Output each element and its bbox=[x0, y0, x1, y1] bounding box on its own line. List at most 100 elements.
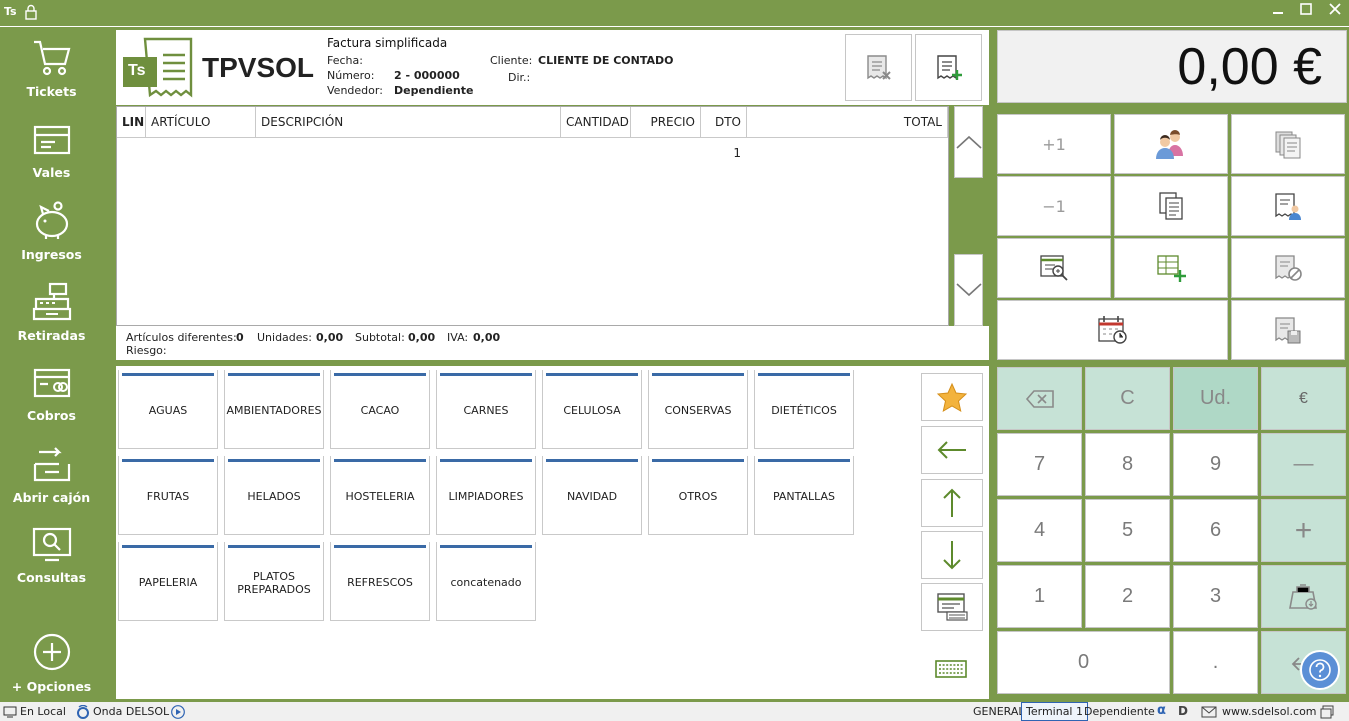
family-button[interactable]: CONSERVAS bbox=[648, 370, 748, 449]
column-header-lin[interactable]: LIN bbox=[117, 107, 146, 138]
maximize-button[interactable] bbox=[1296, 3, 1316, 21]
family-button[interactable]: PLATOS PREPARADOS bbox=[224, 542, 324, 621]
users-icon bbox=[1156, 130, 1183, 159]
ticket-cancel-icon bbox=[1275, 255, 1302, 281]
help-button[interactable] bbox=[1300, 650, 1340, 690]
family-button[interactable]: OTROS bbox=[648, 456, 748, 535]
key-9[interactable]: 9 bbox=[1173, 433, 1258, 496]
sidebar-item-ingresos[interactable]: Ingresos bbox=[0, 201, 103, 262]
key-1[interactable]: 1 bbox=[997, 565, 1082, 628]
cliente-value[interactable]: CLIENTE DE CONTADO bbox=[538, 54, 674, 67]
column-header-descripcion[interactable]: DESCRIPCIÓN bbox=[256, 107, 561, 138]
website-label[interactable]: www.sdelsol.com bbox=[1222, 705, 1317, 718]
family-button[interactable]: REFRESCOS bbox=[330, 542, 430, 621]
key-8[interactable]: 8 bbox=[1085, 433, 1170, 496]
page-up-button[interactable] bbox=[921, 479, 983, 527]
search-document-button[interactable] bbox=[997, 238, 1111, 298]
page-down-button[interactable] bbox=[921, 531, 983, 579]
plus-button[interactable]: + bbox=[1261, 499, 1346, 562]
ticket-customer-button[interactable] bbox=[1231, 176, 1345, 236]
family-button[interactable]: concatenado bbox=[436, 542, 536, 621]
key-0[interactable]: 0 bbox=[997, 631, 1170, 694]
add-line-button[interactable] bbox=[1114, 238, 1228, 298]
family-button[interactable]: HOSTELERIA bbox=[330, 456, 430, 535]
key-5[interactable]: 5 bbox=[1085, 499, 1170, 562]
decimal-button[interactable]: . bbox=[1173, 631, 1258, 694]
backspace-button[interactable] bbox=[997, 367, 1082, 430]
scroll-down-button[interactable] bbox=[954, 254, 983, 326]
sidebar-item-retiradas[interactable]: Retiradas bbox=[0, 282, 103, 343]
column-header-precio[interactable]: PRECIO bbox=[631, 107, 701, 138]
calendar-button[interactable] bbox=[997, 300, 1228, 360]
family-button[interactable]: LIMPIADORES bbox=[436, 456, 536, 535]
column-header-total[interactable]: TOTAL bbox=[747, 107, 948, 138]
tickets-list-button[interactable] bbox=[1231, 114, 1345, 174]
key-4[interactable]: 4 bbox=[997, 499, 1082, 562]
park-ticket-button[interactable] bbox=[1231, 300, 1345, 360]
close-button[interactable] bbox=[1325, 3, 1345, 21]
minus-button[interactable]: — bbox=[1261, 433, 1346, 496]
sidebar-item-consultas[interactable]: Consultas bbox=[0, 526, 103, 585]
family-button[interactable]: AGUAS bbox=[118, 370, 218, 449]
lock-icon[interactable] bbox=[24, 4, 38, 20]
back-button[interactable] bbox=[921, 426, 983, 474]
sidebar-item-opciones[interactable]: + Opciones bbox=[0, 633, 103, 694]
clear-button[interactable]: C bbox=[1085, 367, 1170, 430]
family-button[interactable]: CELULOSA bbox=[542, 370, 642, 449]
favorites-button[interactable] bbox=[921, 373, 983, 421]
family-button[interactable]: CARNES bbox=[436, 370, 536, 449]
minimize-button[interactable] bbox=[1268, 3, 1288, 21]
riesgo-label: Riesgo: bbox=[126, 344, 167, 357]
terminal-label[interactable]: Terminal 1 bbox=[1021, 702, 1088, 721]
key-2[interactable]: 2 bbox=[1085, 565, 1170, 628]
unidades-label: Unidades: bbox=[257, 331, 312, 344]
key-3[interactable]: 3 bbox=[1173, 565, 1258, 628]
keyboard-icon[interactable] bbox=[935, 659, 967, 679]
warehouse-label[interactable]: GENERAL bbox=[973, 705, 1025, 718]
family-button[interactable]: PAPELERIA bbox=[118, 542, 218, 621]
family-button[interactable]: FRUTAS bbox=[118, 456, 218, 535]
dir-label: Dir.: bbox=[508, 71, 531, 84]
scroll-up-button[interactable] bbox=[954, 106, 983, 178]
local-label[interactable]: En Local bbox=[20, 705, 66, 718]
units-button[interactable]: Ud. bbox=[1173, 367, 1258, 430]
new-ticket-button[interactable] bbox=[915, 34, 982, 101]
user-label[interactable]: Dependiente bbox=[1084, 705, 1155, 718]
column-header-dto1[interactable]: DTO 1 bbox=[701, 107, 747, 160]
column-header-cantidad[interactable]: CANTIDAD bbox=[561, 107, 631, 138]
family-button[interactable]: HELADOS bbox=[224, 456, 324, 535]
onda-label[interactable]: Onda DELSOL bbox=[93, 705, 169, 718]
sidebar-item-vales[interactable]: Vales bbox=[0, 121, 103, 180]
mail-icon[interactable] bbox=[1201, 706, 1217, 718]
family-button[interactable]: DIETÉTICOS bbox=[754, 370, 854, 449]
sidebar-item-label: Abrir cajón bbox=[12, 490, 91, 505]
logo-badge: Ts bbox=[128, 62, 146, 79]
screen-keyboard-icon bbox=[937, 593, 968, 621]
sidebar-item-cobros[interactable]: Cobros bbox=[0, 364, 103, 423]
play-icon[interactable] bbox=[170, 705, 186, 719]
alpha-icon[interactable]: α bbox=[1157, 703, 1166, 718]
family-button[interactable]: PANTALLAS bbox=[754, 456, 854, 535]
scale-button[interactable] bbox=[1261, 565, 1346, 628]
euro-button[interactable]: € bbox=[1261, 367, 1346, 430]
sidebar-item-abrir-cajon[interactable]: Abrir cajón bbox=[0, 444, 103, 505]
articles-view-button[interactable] bbox=[921, 583, 983, 631]
copy-document-button[interactable] bbox=[1114, 176, 1228, 236]
key-6[interactable]: 6 bbox=[1173, 499, 1258, 562]
key-7[interactable]: 7 bbox=[997, 433, 1082, 496]
delete-ticket-button[interactable] bbox=[845, 34, 912, 101]
vendedor-value[interactable]: Dependiente bbox=[394, 84, 473, 97]
help-icon bbox=[1309, 659, 1331, 681]
sidebar-item-tickets[interactable]: Tickets bbox=[0, 38, 103, 99]
ticket-lines-grid[interactable]: LIN ARTÍCULO DESCRIPCIÓN CANTIDAD PRECIO… bbox=[116, 106, 949, 326]
chevron-down-icon bbox=[955, 283, 982, 297]
minus-one-button[interactable]: −1 bbox=[997, 176, 1111, 236]
cancel-ticket-button[interactable] bbox=[1231, 238, 1345, 298]
customers-button[interactable] bbox=[1114, 114, 1228, 174]
plus-one-button[interactable]: +1 bbox=[997, 114, 1111, 174]
column-header-articulo[interactable]: ARTÍCULO bbox=[146, 107, 256, 138]
family-button[interactable]: CACAO bbox=[330, 370, 430, 449]
family-button[interactable]: AMBIENTADORES bbox=[224, 370, 324, 449]
family-button[interactable]: NAVIDAD bbox=[542, 456, 642, 535]
d-icon[interactable]: D bbox=[1178, 704, 1188, 718]
